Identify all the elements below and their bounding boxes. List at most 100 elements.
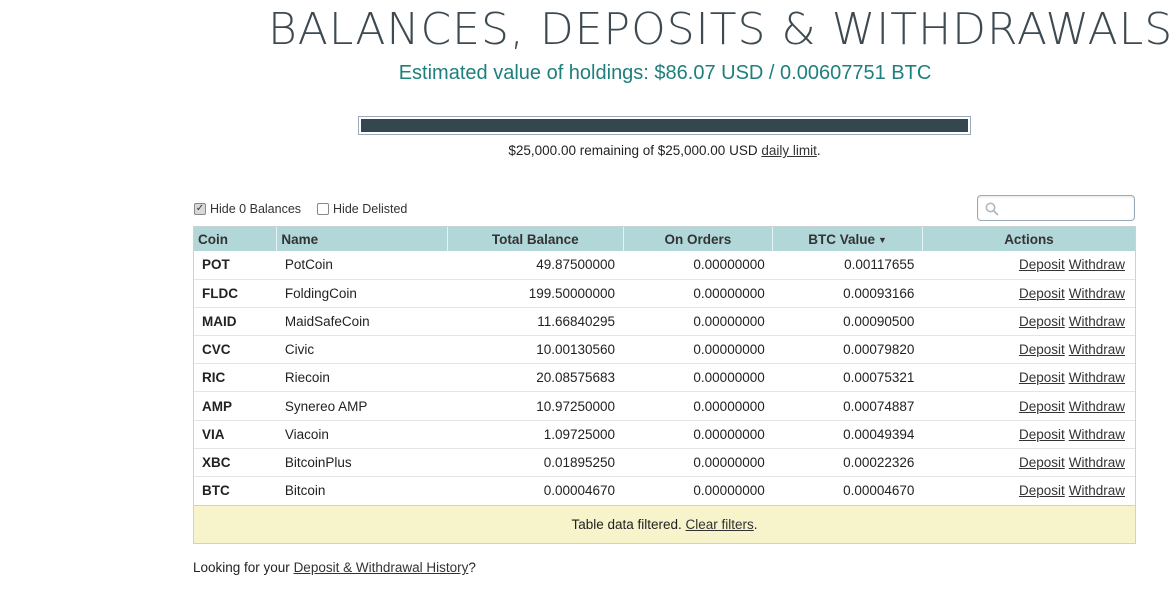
- coin-name: Viacoin: [276, 419, 448, 449]
- deposit-link[interactable]: Deposit: [1019, 427, 1065, 442]
- coin-name: Bitcoin: [276, 475, 448, 505]
- on-orders: 0.00000000: [623, 391, 773, 421]
- coin-symbol: AMP: [194, 391, 277, 421]
- total-balance: 49.87500000: [536, 257, 616, 273]
- sort-descending-icon: ▼: [878, 234, 887, 245]
- column-header-on-orders[interactable]: On Orders: [622, 227, 773, 251]
- withdraw-link[interactable]: Withdraw: [1069, 455, 1125, 470]
- column-header-btc-value[interactable]: BTC Value ▼: [772, 227, 923, 251]
- hide-zero-balances-label: Hide 0 Balances: [210, 202, 302, 216]
- coin-name: MaidSafeCoin: [276, 306, 448, 336]
- coin-symbol: BTC: [194, 475, 277, 505]
- btc-value-header-label: BTC Value: [808, 231, 875, 247]
- deposit-withdrawal-history-link[interactable]: Deposit & Withdrawal History: [294, 560, 469, 575]
- daily-limit-link[interactable]: daily limit: [761, 143, 817, 158]
- on-orders: 0.00000000: [623, 278, 773, 308]
- deposit-link[interactable]: Deposit: [1019, 314, 1065, 329]
- row-actions: Deposit Withdraw: [922, 335, 1135, 364]
- withdraw-link[interactable]: Withdraw: [1069, 427, 1125, 442]
- coin-symbol: POT: [202, 257, 230, 273]
- withdraw-link[interactable]: Withdraw: [1069, 483, 1125, 498]
- withdraw-link[interactable]: Withdraw: [1069, 286, 1125, 301]
- hide-delisted-checkbox[interactable]: [317, 203, 330, 215]
- row-actions: Deposit Withdraw: [922, 391, 1135, 421]
- column-header-actions: Actions: [921, 227, 1135, 251]
- estimated-holdings: Estimated value of holdings: $86.07 USD …: [398, 62, 932, 84]
- btc-value: 0.00090500: [772, 306, 923, 336]
- btc-value: 0.00022326: [772, 447, 923, 477]
- row-actions: Deposit Withdraw: [922, 447, 1135, 477]
- daily-limit-period: .: [816, 143, 821, 158]
- btc-value: 0.00093166: [772, 278, 923, 308]
- total-balance: 199.50000000: [447, 278, 624, 308]
- withdraw-link[interactable]: Withdraw: [1069, 370, 1125, 385]
- balances-table-container: Coin Name Total Balance On Orders BTC Va…: [193, 226, 1136, 544]
- row-actions: Deposit Withdraw: [922, 475, 1135, 505]
- table-header-row: Coin Name Total Balance On Orders BTC Va…: [194, 227, 1135, 251]
- on-orders: 0.00000000: [623, 419, 773, 449]
- history-prompt-end: ?: [468, 560, 476, 575]
- deposit-link[interactable]: Deposit: [1019, 399, 1065, 414]
- coin-symbol: MAID: [194, 306, 277, 336]
- daily-limit-progress-bar: [358, 116, 971, 135]
- coin-symbol: RIC: [194, 363, 277, 392]
- total-balance: 10.97250000: [447, 391, 624, 421]
- table-row: BTC Bitcoin 0.00004670 0.00000000 0.00004670…: [194, 475, 1135, 505]
- deposit-link[interactable]: Deposit: [1019, 455, 1065, 470]
- coin-search-input[interactable]: [977, 195, 1135, 221]
- hide-delisted-label: Hide Delisted: [333, 202, 408, 216]
- btc-value: 0.00049394: [772, 419, 923, 449]
- coin-name: Civic: [276, 335, 448, 364]
- total-balance: 20.08575683: [447, 363, 624, 392]
- row-actions: Deposit Withdraw: [922, 363, 1135, 392]
- hide-zero-balances-toggle[interactable]: ✓ Hide 0 Balances: [194, 202, 301, 216]
- balances-table: Coin Name Total Balance On Orders BTC Va…: [194, 227, 1135, 505]
- hide-delisted-toggle[interactable]: Hide Delisted: [317, 202, 407, 216]
- coin-symbol: CVC: [194, 335, 277, 364]
- on-orders: 0.00000000: [623, 335, 773, 364]
- on-orders: 0.00000000: [623, 475, 773, 505]
- on-orders: 0.00000000: [623, 363, 773, 392]
- coin-symbol: VIA: [194, 419, 277, 449]
- btc-value: 0.00075321: [772, 363, 923, 392]
- page-title: BALANCES, DEPOSITS & WITHDRAWALS: [268, 4, 1172, 55]
- on-orders: 0.00000000: [693, 257, 765, 273]
- column-header-total-balance[interactable]: Total Balance: [446, 227, 624, 251]
- total-balance: 10.00130560: [447, 335, 624, 364]
- withdraw-link[interactable]: Withdraw: [1069, 314, 1125, 329]
- withdraw-link[interactable]: Withdraw: [1069, 257, 1125, 272]
- withdraw-link[interactable]: Withdraw: [1069, 342, 1125, 357]
- deposit-link[interactable]: Deposit: [1019, 257, 1065, 272]
- coin-name: Synereo AMP: [276, 391, 448, 421]
- table-row: CVC Civic 10.00130560 0.00000000 0.00079820 D…: [194, 335, 1135, 364]
- table-row: FLDC FoldingCoin 199.50000000 0.00000000 0.0…: [194, 278, 1135, 308]
- column-header-coin[interactable]: Coin: [194, 227, 277, 251]
- history-prompt: Looking for your Deposit & Withdrawal Hi…: [193, 558, 476, 578]
- coin-name: PotCoin: [284, 257, 333, 273]
- deposit-link[interactable]: Deposit: [1019, 370, 1065, 385]
- history-prompt-text: Looking for your: [193, 560, 294, 575]
- btc-value: 0.00079820: [772, 335, 923, 364]
- deposit-link[interactable]: Deposit: [1019, 286, 1065, 301]
- column-header-name[interactable]: Name: [276, 227, 448, 251]
- on-orders: 0.00000000: [623, 306, 773, 336]
- hide-zero-balances-checkbox[interactable]: ✓: [194, 203, 206, 215]
- daily-limit-text: $25,000.00 remaining of $25,000.00 USD d…: [358, 142, 971, 160]
- total-balance: 1.09725000: [447, 419, 624, 449]
- search-icon: [985, 202, 999, 216]
- row-actions: Deposit Withdraw: [922, 251, 1135, 279]
- balance-filters: ✓ Hide 0 Balances Hide Delisted: [194, 200, 423, 218]
- withdraw-link[interactable]: Withdraw: [1069, 399, 1125, 414]
- deposit-link[interactable]: Deposit: [1019, 342, 1065, 357]
- table-row: POT PotCoin 49.87500000 0.00000000 0.0011765…: [194, 251, 1135, 279]
- btc-value: 0.00117655: [844, 257, 915, 273]
- clear-filters-link[interactable]: Clear filters: [686, 517, 754, 532]
- deposit-link[interactable]: Deposit: [1019, 483, 1065, 498]
- total-balance: 0.00004670: [447, 475, 624, 505]
- btc-value: 0.00004670: [772, 475, 923, 505]
- total-balance: 11.66840295: [447, 306, 624, 336]
- table-row: MAID MaidSafeCoin 11.66840295 0.00000000 0.0…: [194, 306, 1135, 336]
- table-row: XBC BitcoinPlus 0.01895250 0.00000000 0.0002…: [194, 447, 1135, 477]
- table-filtered-text: Table data filtered.: [571, 516, 686, 532]
- coin-name: Riecoin: [276, 363, 448, 392]
